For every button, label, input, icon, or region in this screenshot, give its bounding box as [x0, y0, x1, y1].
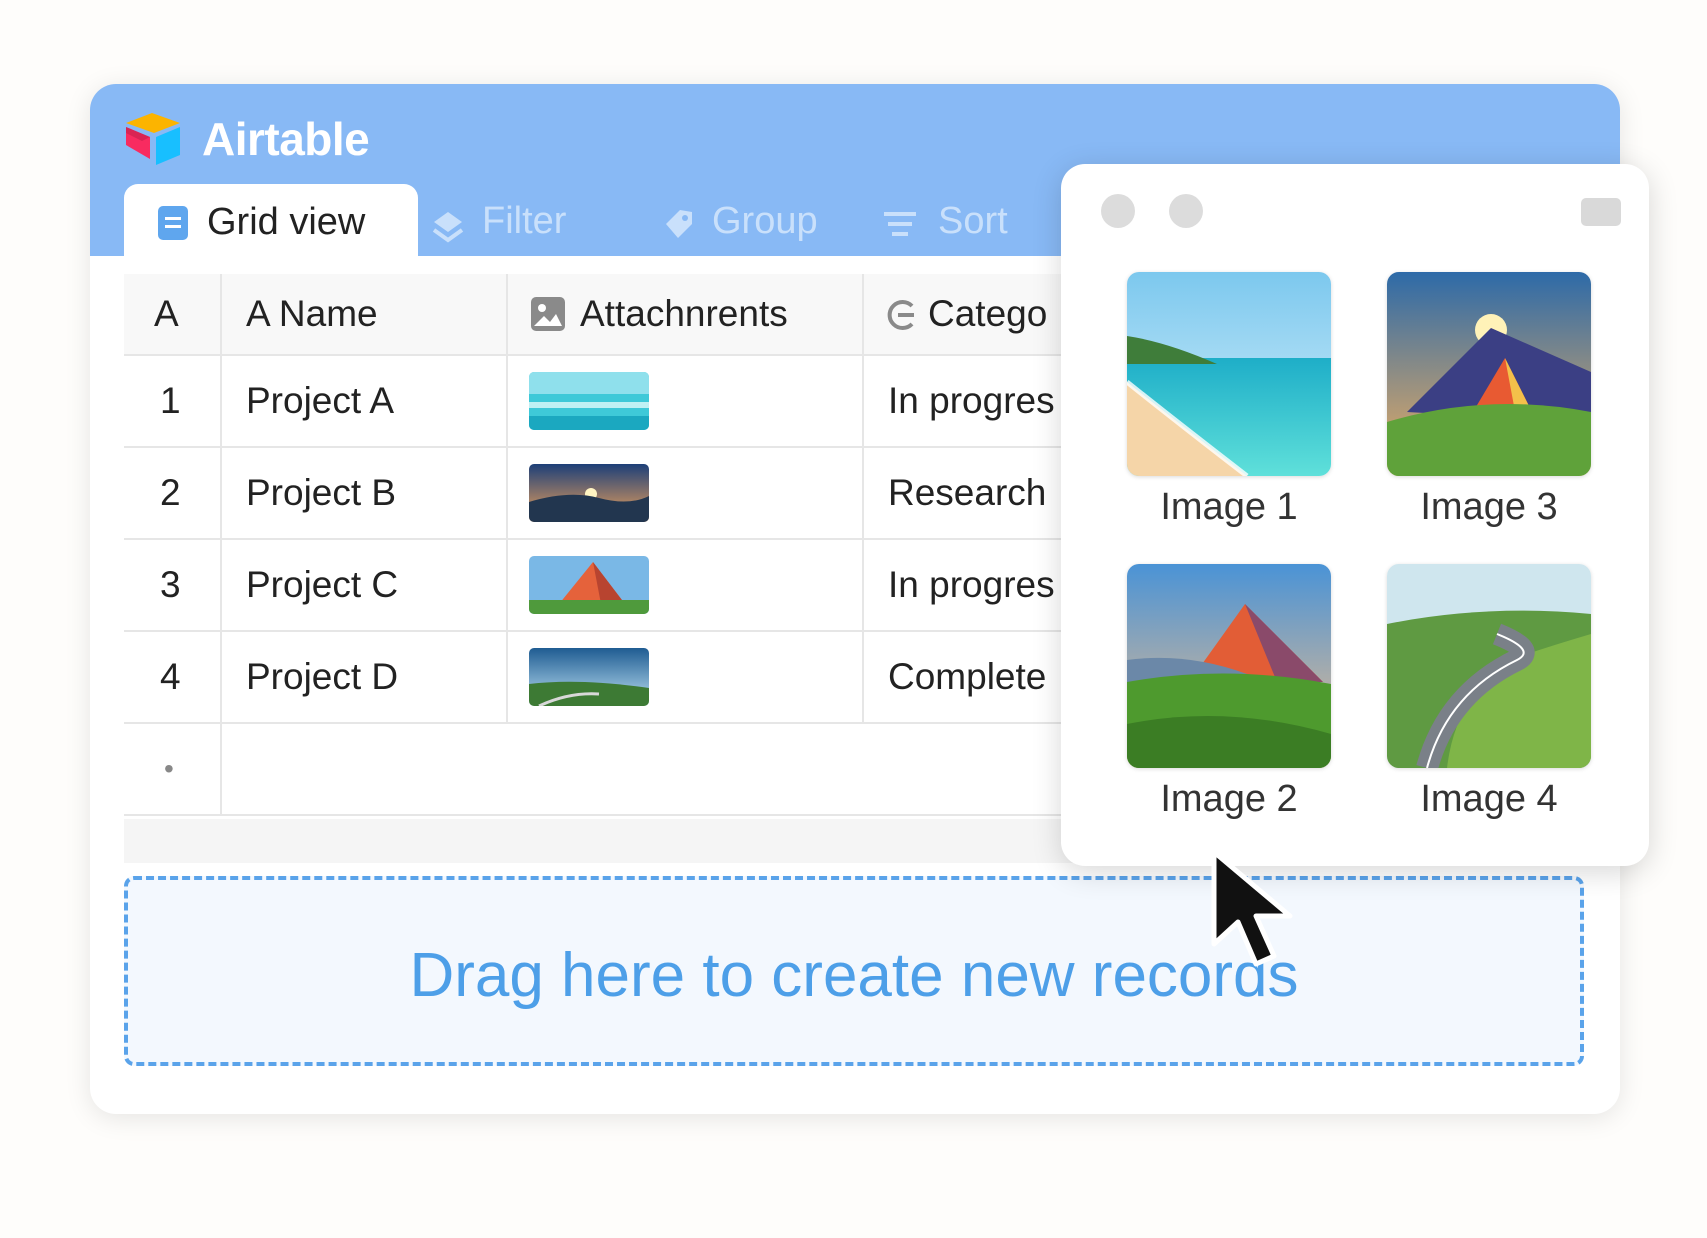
attachments-cell[interactable]	[508, 540, 864, 632]
column-header-row-number[interactable]: A	[124, 274, 222, 356]
row-number[interactable]: 3	[124, 540, 222, 632]
attachments-cell[interactable]	[508, 356, 864, 448]
group-button[interactable]: Group	[658, 200, 828, 250]
attachments-cell[interactable]	[508, 632, 864, 724]
airtable-logo-icon	[126, 113, 180, 165]
drop-zone-label: Drag here to create new records	[409, 941, 1299, 1010]
filter-icon	[432, 212, 464, 243]
image-picker-popup: Image 1 Image 3 Image 2 Image 4	[1061, 164, 1649, 866]
expand-icon[interactable]	[1581, 198, 1621, 226]
window-minimize-dot[interactable]	[1169, 194, 1203, 228]
group-label: Group	[712, 200, 818, 242]
attachment-thumbnail[interactable]	[529, 648, 649, 706]
group-icon	[666, 210, 692, 238]
image-caption: Image 3	[1420, 486, 1558, 528]
row-number[interactable]: 2	[124, 448, 222, 540]
column-header-name[interactable]: A Name	[222, 274, 508, 356]
attachment-thumbnail[interactable]	[529, 464, 649, 522]
row-number[interactable]: 4	[124, 632, 222, 724]
tab-grid-view[interactable]: Grid view	[124, 184, 418, 256]
single-select-icon	[887, 300, 914, 330]
sort-icon	[884, 212, 916, 236]
image-thumbnail-tent-sunset[interactable]	[1387, 272, 1591, 476]
filter-button[interactable]: Filter	[428, 200, 588, 250]
grid-view-icon	[158, 206, 188, 240]
mouse-pointer-icon	[1211, 849, 1293, 967]
name-cell[interactable]: Project C	[222, 540, 508, 632]
name-cell[interactable]: Project A	[222, 356, 508, 448]
image-thumbnail-mountain[interactable]	[1127, 564, 1331, 768]
attachments-cell[interactable]	[508, 448, 864, 540]
tab-label: Grid view	[207, 201, 366, 243]
attachment-thumbnail[interactable]	[529, 556, 649, 614]
row-number[interactable]: 1	[124, 356, 222, 448]
image-caption: Image 2	[1160, 778, 1298, 820]
name-cell[interactable]: Project D	[222, 632, 508, 724]
attachment-thumbnail[interactable]	[529, 372, 649, 430]
attachment-field-icon	[531, 297, 565, 331]
sort-label: Sort	[938, 200, 1008, 242]
image-thumbnail-beach[interactable]	[1127, 272, 1331, 476]
sort-button[interactable]: Sort	[880, 200, 1030, 250]
empty-row[interactable]	[222, 724, 1124, 816]
image-thumbnail-road[interactable]	[1387, 564, 1591, 768]
app-title: Airtable	[202, 113, 370, 165]
drop-zone[interactable]: Drag here to create new records	[124, 876, 1584, 1066]
image-caption: Image 1	[1160, 486, 1298, 528]
image-caption: Image 4	[1420, 778, 1558, 820]
window-close-dot[interactable]	[1101, 194, 1135, 228]
column-header-attachments[interactable]: Attachnrents	[508, 274, 864, 356]
add-row-button[interactable]: •	[124, 724, 222, 816]
name-cell[interactable]: Project B	[222, 448, 508, 540]
filter-label: Filter	[482, 200, 567, 242]
